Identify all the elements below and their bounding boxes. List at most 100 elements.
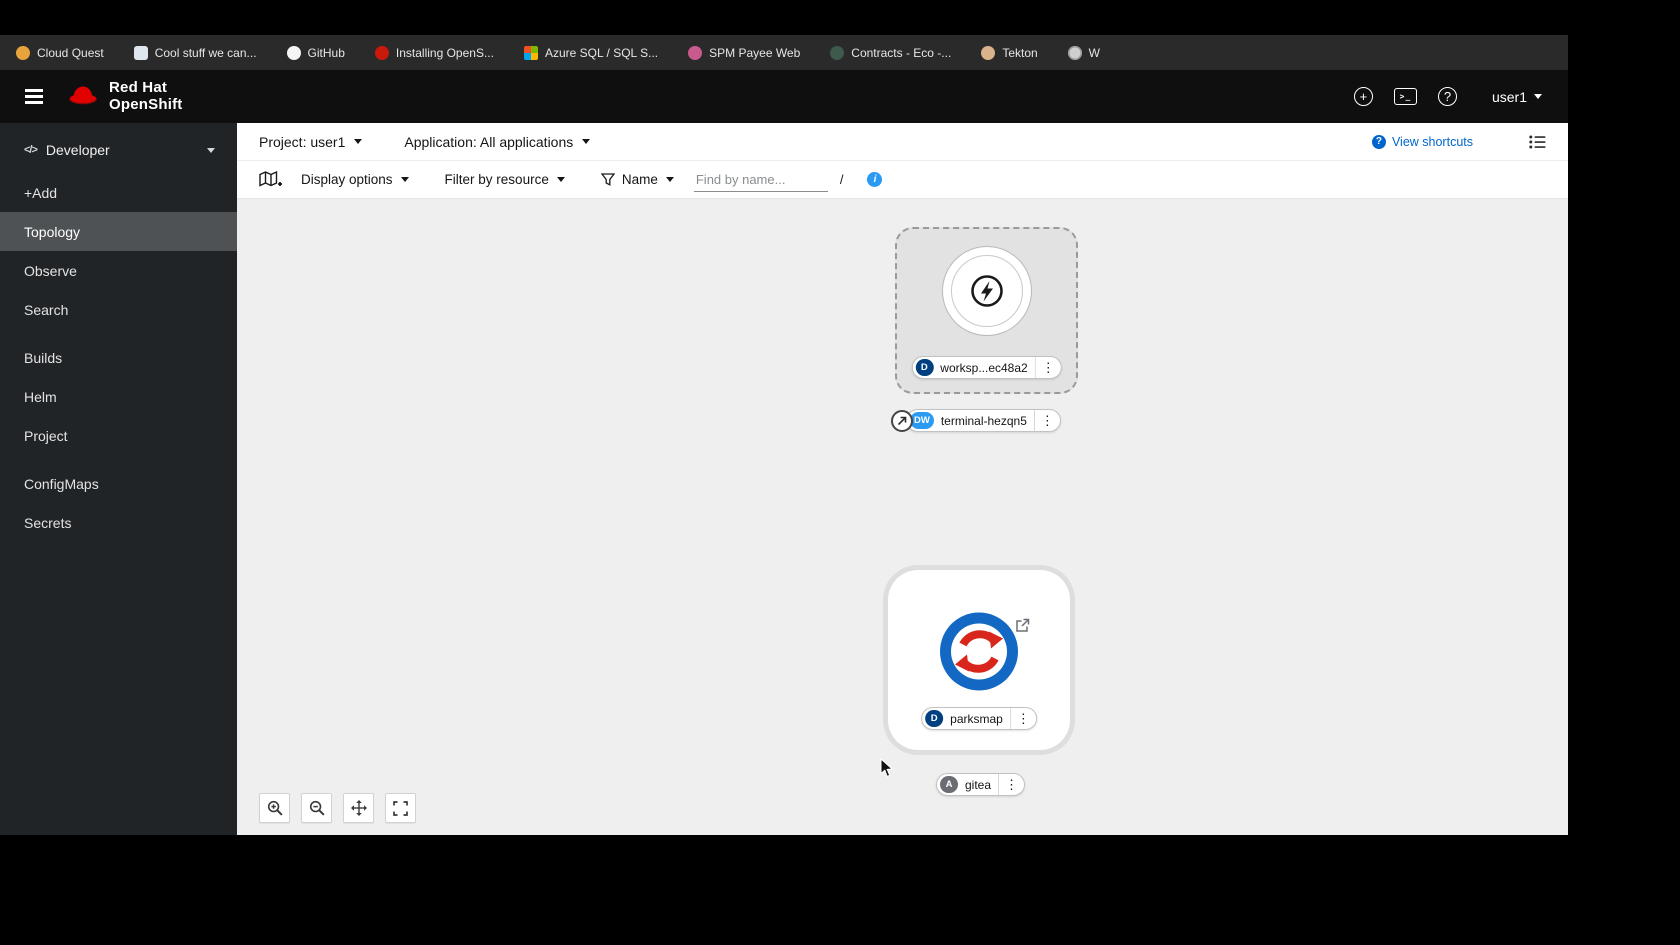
- topology-toolbar: Display options Filter by resource Name: [237, 161, 1568, 199]
- bookmark-item[interactable]: Tekton: [981, 45, 1038, 60]
- chevron-down-icon: [582, 139, 591, 148]
- bookmark-label: Azure SQL / SQL S...: [544, 45, 659, 60]
- workspace-label-pill[interactable]: D worksp...ec48a2 ⋮: [911, 356, 1062, 379]
- bookmark-favicon-icon: [16, 45, 30, 60]
- kebab-menu-icon[interactable]: ⋮: [1009, 708, 1036, 729]
- bookmark-item[interactable]: Azure SQL / SQL S...: [523, 45, 659, 60]
- sidebar-item[interactable]: Secrets: [0, 503, 237, 542]
- display-options-label: Display options: [301, 172, 393, 187]
- sidebar-item[interactable]: Helm: [0, 377, 237, 416]
- sidebar-item[interactable]: Project: [0, 416, 237, 455]
- fullscreen-button[interactable]: [385, 793, 416, 823]
- sidebar-item-label: Builds: [24, 349, 63, 366]
- workspace-name: worksp...ec48a2: [940, 360, 1028, 375]
- bookmark-favicon-icon: [688, 45, 703, 60]
- open-url-decorator-icon[interactable]: [891, 409, 913, 432]
- list-view-toggle-icon[interactable]: [1529, 135, 1546, 149]
- sidebar-item[interactable]: ConfigMaps: [0, 464, 237, 503]
- parksmap-label-pill[interactable]: D parksmap ⋮: [921, 707, 1037, 730]
- funnel-icon: [600, 173, 615, 186]
- sidebar-item[interactable]: Topology: [0, 212, 237, 251]
- masthead: Red Hat OpenShift + >_ ? user1: [0, 70, 1568, 123]
- zoom-out-button[interactable]: [301, 793, 332, 823]
- external-link-icon[interactable]: [1015, 618, 1030, 633]
- bookmark-favicon-icon: [830, 45, 845, 60]
- view-shortcuts-link[interactable]: ? View shortcuts: [1371, 134, 1473, 149]
- filter-by-resource-dropdown[interactable]: Filter by resource: [445, 172, 565, 187]
- application-dropdown-label: Application: All applications: [404, 133, 574, 150]
- shortcut-key-hint: /: [839, 172, 844, 187]
- find-by-name-wrap: /: [693, 167, 844, 192]
- parksmap-app-icon: [939, 612, 1019, 697]
- bookmark-item[interactable]: Contracts - Eco -...: [830, 45, 951, 60]
- sidebar-item[interactable]: Builds: [0, 338, 237, 377]
- find-by-name-input[interactable]: [693, 167, 828, 192]
- workspace-node-circle: [941, 246, 1032, 336]
- bookmark-label: SPM Payee Web: [709, 45, 801, 60]
- name-filter-label: Name: [621, 172, 658, 187]
- brand-line1: Red Hat: [109, 79, 168, 97]
- sidebar-item-label: ConfigMaps: [24, 475, 99, 492]
- project-dropdown[interactable]: Project: user1: [259, 134, 363, 150]
- masthead-actions: + >_ ? user1: [1353, 87, 1542, 106]
- display-options-dropdown[interactable]: Display options: [301, 172, 409, 187]
- application-dropdown[interactable]: Application: All applications: [404, 133, 591, 150]
- nav-toggle-button[interactable]: [16, 79, 52, 115]
- chevron-down-icon: [207, 147, 215, 157]
- bookmark-item[interactable]: GitHub: [286, 45, 345, 60]
- terminal-node[interactable]: DW terminal-hezqn5 ⋮: [891, 409, 1061, 432]
- map-plus-icon[interactable]: [259, 171, 283, 188]
- lightning-bolt-icon: [970, 274, 1004, 308]
- bookmark-label: GitHub: [307, 45, 345, 60]
- sidebar-item-label: Secrets: [24, 514, 72, 531]
- context-bar-right: ? View shortcuts: [1371, 134, 1546, 149]
- user-name: user1: [1491, 88, 1527, 105]
- bookmark-favicon-icon: [374, 45, 389, 60]
- fit-to-screen-button[interactable]: [343, 793, 374, 823]
- kebab-menu-icon[interactable]: ⋮: [1034, 357, 1061, 378]
- application-badge: A: [940, 776, 958, 793]
- workspace-node[interactable]: D worksp...ec48a2 ⋮: [895, 227, 1078, 394]
- sidebar-item-label: +Add: [24, 184, 58, 201]
- sidebar-item[interactable]: Observe: [0, 251, 237, 290]
- bookmark-item[interactable]: Cool stuff we can...: [133, 45, 257, 60]
- kebab-menu-icon[interactable]: ⋮: [998, 774, 1024, 795]
- sidebar: </> Developer +Add Topology Observe Sear…: [0, 123, 237, 835]
- name-filter-dropdown[interactable]: Name: [600, 172, 674, 187]
- topology-canvas[interactable]: D worksp...ec48a2 ⋮ DW terminal-hezqn5 ⋮: [237, 199, 1568, 835]
- gitea-name: gitea: [965, 777, 992, 792]
- parksmap-node-label: D parksmap ⋮: [921, 707, 1037, 730]
- sidebar-item-label: Project: [24, 427, 68, 444]
- bookmark-item[interactable]: Installing OpenS...: [374, 45, 494, 60]
- sidebar-item[interactable]: +Add: [0, 173, 237, 212]
- perspective-switcher[interactable]: </> Developer: [0, 123, 237, 173]
- gitea-label-pill[interactable]: A gitea ⋮: [936, 773, 1026, 796]
- sidebar-item-label: Helm: [24, 388, 57, 405]
- kebab-menu-icon[interactable]: ⋮: [1033, 410, 1060, 431]
- perspective-label: Developer: [45, 142, 110, 158]
- parksmap-node[interactable]: D parksmap ⋮: [888, 570, 1070, 750]
- web-terminal-icon[interactable]: >_: [1393, 88, 1417, 105]
- bookmarks-bar: Cloud Quest Cool stuff we can... GitHub …: [0, 35, 1568, 70]
- zoom-in-button[interactable]: [259, 793, 290, 823]
- deployment-badge: D: [915, 359, 934, 376]
- sidebar-item[interactable]: Search: [0, 290, 237, 329]
- bookmark-item[interactable]: W: [1067, 45, 1100, 60]
- sidebar-item-label: Topology: [24, 223, 81, 240]
- help-icon[interactable]: ?: [1437, 87, 1457, 106]
- sidebar-item-label: Observe: [24, 262, 77, 279]
- context-bar: Project: user1 Application: All applicat…: [237, 123, 1568, 161]
- parksmap-name: parksmap: [950, 711, 1003, 726]
- user-menu[interactable]: user1: [1492, 89, 1542, 105]
- bookmark-item[interactable]: Cloud Quest: [16, 45, 104, 60]
- bookmark-label: Cool stuff we can...: [154, 45, 257, 60]
- bookmark-favicon-icon: [1067, 45, 1082, 60]
- info-icon[interactable]: i: [867, 172, 883, 187]
- brand-logo[interactable]: Red Hat OpenShift: [66, 80, 182, 112]
- quick-create-icon[interactable]: +: [1353, 87, 1373, 106]
- gitea-node[interactable]: A gitea ⋮: [936, 773, 1026, 796]
- main-content: Project: user1 Application: All applicat…: [237, 123, 1568, 835]
- terminal-label-pill[interactable]: DW terminal-hezqn5 ⋮: [906, 409, 1061, 432]
- bookmark-item[interactable]: SPM Payee Web: [688, 45, 801, 60]
- bookmark-label: Cloud Quest: [37, 45, 104, 60]
